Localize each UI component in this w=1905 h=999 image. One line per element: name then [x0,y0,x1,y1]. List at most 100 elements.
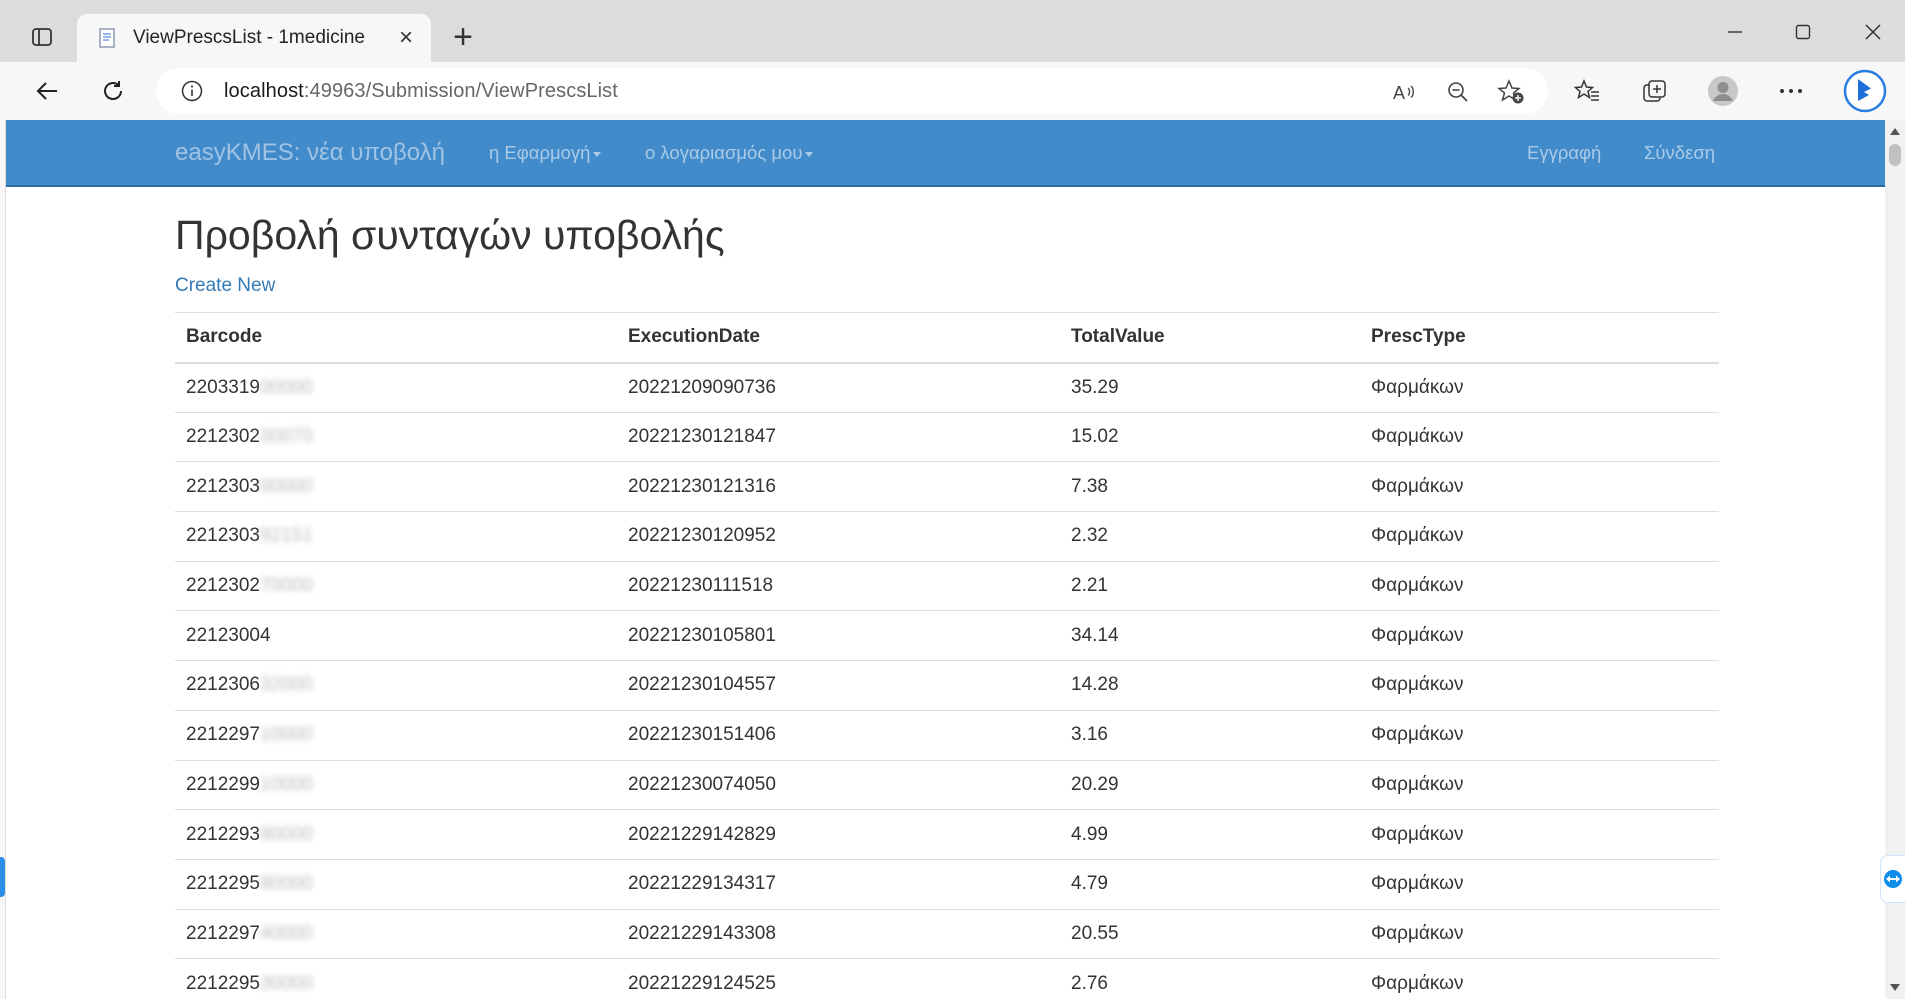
back-icon[interactable] [26,70,68,112]
tab-close-icon[interactable]: × [391,23,421,53]
create-new-link[interactable]: Create New [175,275,275,297]
barcode-visible: 2212295 [186,873,260,895]
barcode-redacted: 40000 [259,922,313,944]
more-icon[interactable] [1770,70,1812,112]
barcode-visible: 22123004 [186,624,271,646]
table-row: 221230200070 20221230121847 15.02 Φαρμάκων [175,411,1719,462]
cell-execution-date: 20221230121847 [617,411,1060,462]
profile-icon[interactable] [1702,70,1744,112]
cell-presc-type: Φαρμάκων [1360,709,1719,760]
barcode-visible: 2212295 [186,972,260,994]
barcode-redacted: 00000 [259,376,313,398]
new-tab-button[interactable]: + [446,18,480,56]
header-execution-date: ExecutionDate [617,312,1060,364]
cell-presc-type: Φαρμάκων [1360,660,1719,711]
barcode-redacted: 70000 [259,575,313,597]
scroll-down-icon[interactable] [1890,984,1900,991]
favorites-icon[interactable] [1566,70,1608,112]
cell-presc-type: Φαρμάκων [1360,560,1719,611]
table-row: 221229740000 20221229143308 20.55 Φαρμάκων [175,908,1719,959]
table-row: 22123004 20221230105801 34.14 Φαρμάκων [175,610,1719,661]
table-row: 221229390000 20221229142829 4.99 Φαρμάκων [175,809,1719,860]
read-aloud-icon[interactable]: A [1390,77,1420,107]
barcode-visible: 2212303 [186,525,260,547]
cell-barcode: 221230300000 [175,461,617,512]
barcode-visible: 2212306 [186,674,260,696]
add-favorite-icon[interactable] [1496,77,1526,107]
cell-total-value: 2.32 [1060,511,1360,562]
cell-total-value: 2.21 [1060,560,1360,611]
site-brand[interactable]: easyKMES: νέα υποβολή [175,139,445,167]
cell-total-value: 2.76 [1060,958,1360,999]
cell-barcode: 22123004 [175,610,617,661]
browser-tab[interactable]: ViewPrescsList - 1medicine × [77,14,431,62]
cell-presc-type: Φαρμάκων [1360,362,1719,413]
url-text[interactable]: localhost:49963/Submission/ViewPrescsLis… [224,80,618,103]
info-icon[interactable] [180,79,204,103]
teamviewer-icon[interactable] [1880,855,1905,903]
barcode-redacted: 00070 [259,426,313,448]
cell-execution-date: 20221229124525 [617,958,1060,999]
cell-presc-type: Φαρμάκων [1360,411,1719,462]
barcode-visible: 2212297 [186,922,260,944]
cell-presc-type: Φαρμάκων [1360,610,1719,661]
nav-app-dropdown[interactable]: η Εφαρμογή [489,142,602,164]
tab-actions-icon[interactable] [24,22,60,52]
cell-presc-type: Φαρμάκων [1360,858,1719,910]
barcode-redacted: 00000 [259,475,313,497]
collections-icon[interactable] [1634,70,1676,112]
nav-login-link[interactable]: Σύνδεση [1644,142,1715,164]
cell-total-value: 20.55 [1060,908,1360,959]
cell-presc-type: Φαρμάκων [1360,511,1719,562]
cell-barcode: 221230200070 [175,411,617,462]
table-row: 221229910000 20221230074050 20.29 Φαρμάκων [175,759,1719,810]
cell-barcode: 221229740000 [175,908,617,959]
minimize-icon[interactable] [1712,12,1758,52]
nav-account-dropdown[interactable]: ο λογαριασμός μου [645,142,814,164]
header-barcode: Barcode [175,312,617,364]
table-body: 220331900000 20221209090736 35.29 Φαρμάκων 2… [175,362,1719,999]
cell-total-value: 14.28 [1060,660,1360,711]
barcode-visible: 2212293 [186,823,260,845]
scroll-up-icon[interactable] [1890,128,1900,135]
barcode-visible: 2203319 [186,376,260,398]
caret-down-icon [805,151,814,157]
zoom-out-icon[interactable] [1443,77,1473,107]
nav-register-link[interactable]: Εγγραφή [1527,142,1601,164]
table-row: 221230632000 20221230104557 14.28 Φαρμάκων [175,660,1719,711]
svg-text:A: A [1393,83,1405,103]
cell-execution-date: 20221230104557 [617,660,1060,711]
header-total-value: TotalValue [1060,312,1360,364]
cell-barcode: 221230632000 [175,660,617,711]
cell-barcode: 221230270000 [175,560,617,611]
cell-total-value: 4.79 [1060,858,1360,910]
cell-presc-type: Φαρμάκων [1360,759,1719,810]
page-viewport: easyKMES: νέα υποβολή η Εφαρμογή ο λογαρ… [5,120,1885,999]
bing-copilot-icon[interactable] [1840,66,1890,116]
close-window-icon[interactable] [1850,12,1896,52]
barcode-redacted: 10000 [259,724,313,746]
left-edge-tab[interactable] [0,857,5,897]
cell-execution-date: 20221209090736 [617,362,1060,413]
barcode-visible: 2212297 [186,724,260,746]
maximize-icon[interactable] [1780,12,1826,52]
address-bar[interactable]: localhost:49963/Submission/ViewPrescsLis… [156,68,1548,114]
page-title: Προβολή συνταγών υποβολής [175,212,725,258]
cell-barcode: 221229910000 [175,759,617,810]
cell-execution-date: 20221230074050 [617,759,1060,810]
cell-total-value: 7.38 [1060,461,1360,512]
table-row: 221229710000 20221230151406 3.16 Φαρμάκων [175,709,1719,760]
cell-total-value: 20.29 [1060,759,1360,810]
cell-total-value: 3.16 [1060,709,1360,760]
cell-execution-date: 20221230121316 [617,461,1060,512]
barcode-visible: 2212302 [186,575,260,597]
table-row: 220331900000 20221209090736 35.29 Φαρμάκων [175,362,1719,413]
refresh-icon[interactable] [92,70,134,112]
barcode-visible: 2212303 [186,475,260,497]
url-host: localhost [224,79,304,102]
cell-presc-type: Φαρμάκων [1360,958,1719,999]
cell-execution-date: 20221230151406 [617,709,1060,760]
scrollbar-thumb[interactable] [1889,144,1901,166]
cell-total-value: 35.29 [1060,362,1360,413]
cell-barcode: 221229390000 [175,809,617,860]
